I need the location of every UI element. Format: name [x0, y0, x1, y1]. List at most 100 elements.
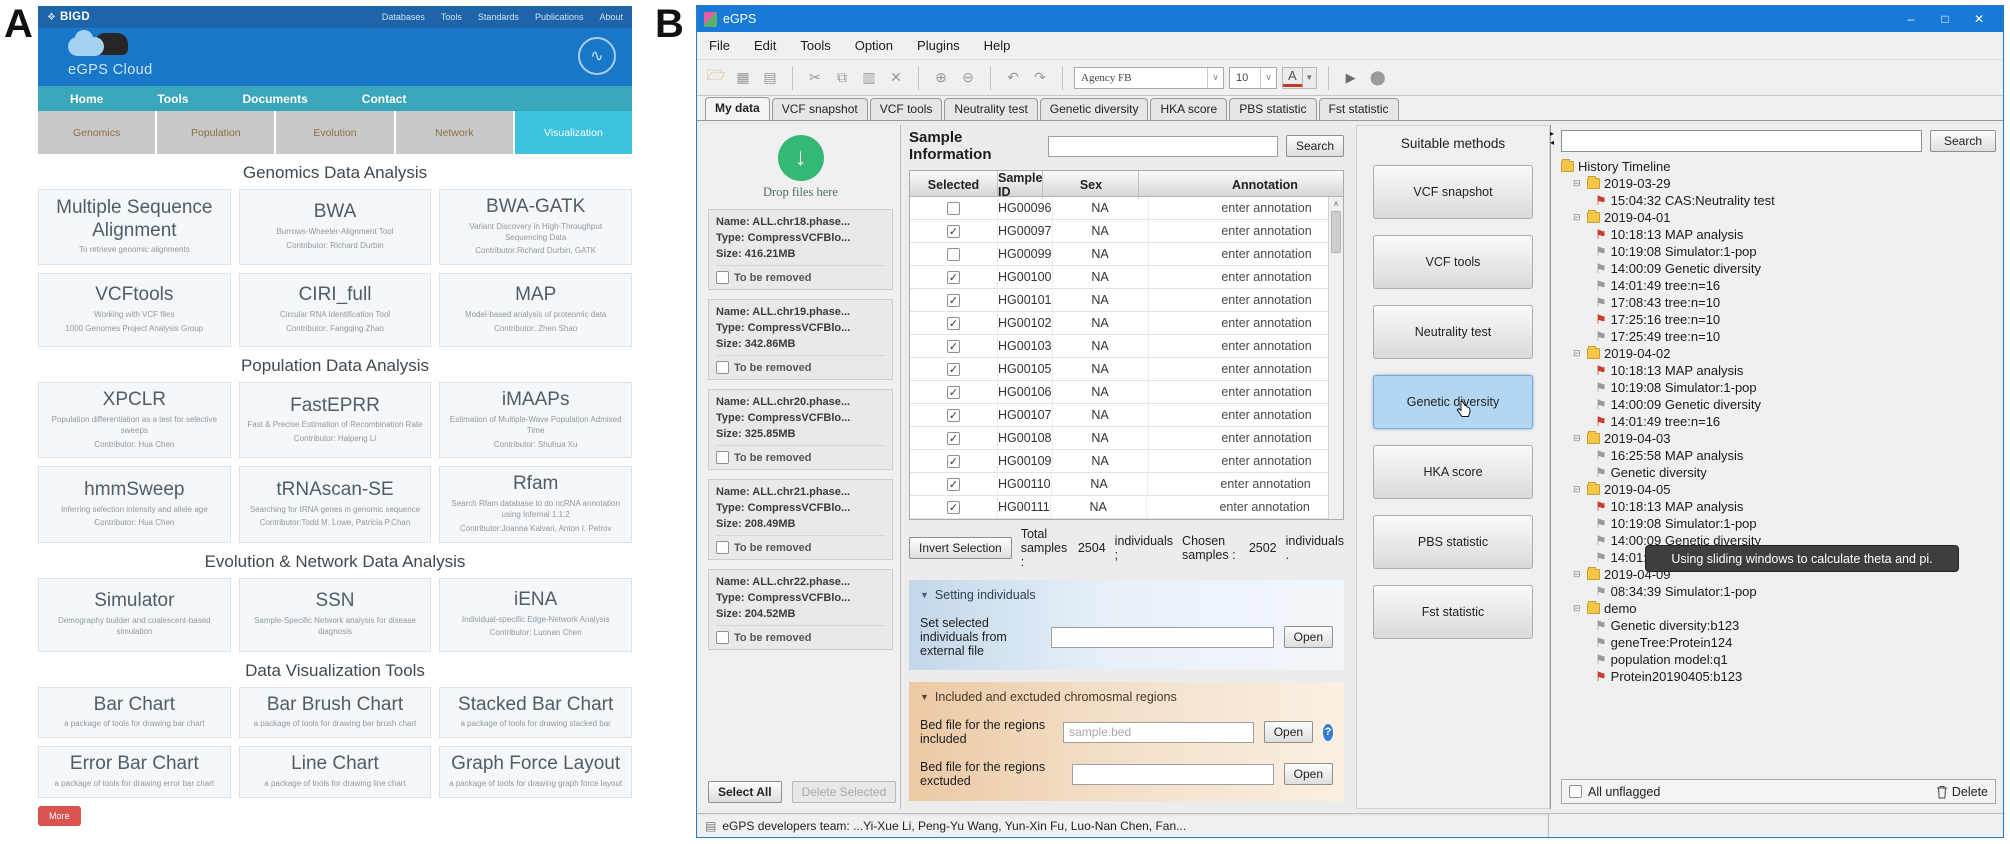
select-all-button[interactable]: Select All — [708, 781, 782, 803]
close-button[interactable]: ✕ — [1962, 6, 1996, 32]
table-row[interactable]: HG00099NAenter annotation — [910, 243, 1328, 266]
tab-genetic-diversity[interactable]: Genetic diversity — [1040, 98, 1149, 120]
category-tab-network[interactable]: Network — [396, 111, 513, 154]
column-header-selected[interactable]: Selected — [910, 171, 998, 199]
bigd-brand[interactable]: ❖ BIGD — [47, 11, 90, 23]
menu-file[interactable]: File — [709, 38, 730, 53]
tree-root[interactable]: History Timeline — [1561, 158, 1996, 175]
tool-card-rfam[interactable]: RfamSearch Rfam database to do ncRNA ann… — [439, 466, 632, 542]
category-tab-visualization[interactable]: Visualization — [515, 111, 632, 154]
file-card[interactable]: Name: ALL.chr19.phase...Type: CompressVC… — [708, 299, 893, 380]
method-button-vcf-snapshot[interactable]: VCF snapshot — [1373, 165, 1533, 219]
tool-card-map[interactable]: MAPModel-based analysis of proteomic dat… — [439, 273, 632, 347]
tool-card-fasteprr[interactable]: FastEPRRFast & Precise Estimation of Rec… — [239, 382, 432, 458]
scroll-up-icon[interactable]: ∧ — [1329, 197, 1343, 208]
chromosomal-regions-header[interactable]: ▼ Included and exctuded chromosmal regio… — [920, 690, 1333, 704]
annotation-cell[interactable]: enter annotation — [1149, 289, 1386, 311]
nav-item-contact[interactable]: Contact — [362, 92, 407, 106]
stop-icon[interactable]: ⬤ — [1367, 67, 1389, 89]
more-button[interactable]: More — [38, 806, 81, 826]
row-checkbox[interactable] — [947, 409, 960, 422]
topbar-link-tools[interactable]: Tools — [441, 12, 462, 22]
tree-item[interactable]: ⚑Protein20190405:b123 — [1561, 668, 1996, 685]
row-checkbox[interactable] — [947, 248, 960, 261]
tree-item[interactable]: ⚑10:19:08 Simulator:1-pop — [1561, 515, 1996, 532]
bed-included-input[interactable] — [1063, 722, 1254, 743]
nav-item-documents[interactable]: Documents — [242, 92, 307, 106]
tab-vcf-snapshot[interactable]: VCF snapshot — [772, 98, 868, 120]
delete-icon[interactable]: ✕ — [885, 67, 907, 89]
table-row[interactable]: HG00110NAenter annotation — [910, 473, 1328, 496]
undo-icon[interactable]: ↶ — [1002, 67, 1024, 89]
tab-neutrality-test[interactable]: Neutrality test — [944, 98, 1037, 120]
tree-item[interactable]: ⚑17:08:43 tree:n=10 — [1561, 294, 1996, 311]
method-button-vcf-tools[interactable]: VCF tools — [1373, 235, 1533, 289]
nav-item-tools[interactable]: Tools — [157, 92, 188, 106]
run-icon[interactable]: ▶ — [1340, 67, 1362, 89]
sample-search-button[interactable]: Search — [1286, 135, 1344, 157]
expander-icon[interactable]: ⊟ — [1573, 212, 1583, 223]
tool-card-bar-chart[interactable]: Bar Charta package of tools for drawing … — [38, 687, 231, 739]
tool-card-simulator[interactable]: SimulatorDemography builder and coalesce… — [38, 578, 231, 652]
annotation-cell[interactable]: enter annotation — [1148, 473, 1385, 495]
topbar-link-publications[interactable]: Publications — [535, 12, 584, 22]
bed-excluded-open-button[interactable]: Open — [1284, 763, 1333, 785]
tab-vcf-tools[interactable]: VCF tools — [870, 98, 943, 120]
tree-group-2019-04-02[interactable]: ⊟2019-04-02 — [1561, 345, 1996, 362]
tool-card-graph-force-layout[interactable]: Graph Force Layouta package of tools for… — [439, 746, 632, 798]
table-scrollbar[interactable]: ∧ — [1328, 197, 1343, 519]
font-family-select[interactable]: Agency FB ∨ — [1074, 67, 1224, 89]
method-button-fst-statistic[interactable]: Fst statistic — [1373, 585, 1533, 639]
tab-fst-statistic[interactable]: Fst statistic — [1319, 98, 1399, 120]
annotation-cell[interactable]: enter annotation — [1149, 335, 1386, 357]
category-tab-genomics[interactable]: Genomics — [38, 111, 155, 154]
tool-card-vcftools[interactable]: VCFtoolsWorking with VCF files1000 Genom… — [38, 273, 231, 347]
splitter-collapse-icons[interactable]: ▸◂ — [1550, 129, 1554, 147]
external-file-open-button[interactable]: Open — [1284, 626, 1333, 648]
table-row[interactable]: HG00102NAenter annotation — [910, 312, 1328, 335]
egps-cloud-logo[interactable]: eGPS Cloud — [68, 31, 153, 78]
row-checkbox[interactable] — [947, 340, 960, 353]
print-icon[interactable]: ▤ — [759, 67, 781, 89]
annotation-cell[interactable]: enter annotation — [1149, 358, 1386, 380]
tree-item[interactable]: ⚑10:19:08 Simulator:1-pop — [1561, 379, 1996, 396]
annotation-cell[interactable]: enter annotation — [1149, 220, 1386, 242]
file-dropzone[interactable]: ↓ Drop files here — [708, 133, 893, 200]
scrollbar-thumb[interactable] — [1331, 211, 1341, 253]
minimize-button[interactable]: – — [1894, 6, 1928, 32]
column-header-sex[interactable]: Sex — [1043, 171, 1139, 199]
table-row[interactable]: HG00108NAenter annotation — [910, 427, 1328, 450]
tool-card-xpclr[interactable]: XPCLRPopulation differentiation as a tes… — [38, 382, 231, 458]
zoom-out-icon[interactable]: ⊖ — [957, 67, 979, 89]
row-checkbox[interactable] — [947, 202, 960, 215]
tool-card-imaaps[interactable]: iMAAPsEstimation of Multiple-Wave Popula… — [439, 382, 632, 458]
tree-item[interactable]: ⚑10:19:08 Simulator:1-pop — [1561, 243, 1996, 260]
menu-option[interactable]: Option — [855, 38, 893, 53]
method-button-pbs-statistic[interactable]: PBS statistic — [1373, 515, 1533, 569]
row-checkbox[interactable] — [947, 363, 960, 376]
tree-item[interactable]: ⚑14:01:49 tree:n=16 — [1561, 413, 1996, 430]
tree-item[interactable]: ⚑10:18:13 MAP analysis — [1561, 362, 1996, 379]
tree-group-2019-03-29[interactable]: ⊟2019-03-29 — [1561, 175, 1996, 192]
file-card[interactable]: Name: ALL.chr20.phase...Type: CompressVC… — [708, 389, 893, 470]
to-be-removed-checkbox[interactable] — [716, 451, 729, 464]
table-row[interactable]: HG00103NAenter annotation — [910, 335, 1328, 358]
tool-card-ssn[interactable]: SSNSample-Specific Network analysis for … — [239, 578, 432, 652]
setting-individuals-header[interactable]: ▼ Setting individuals — [920, 588, 1333, 602]
tool-card-stacked-bar-chart[interactable]: Stacked Bar Charta package of tools for … — [439, 687, 632, 739]
tab-pbs-statistic[interactable]: PBS statistic — [1229, 98, 1316, 120]
help-icon[interactable]: ? — [1323, 724, 1333, 741]
row-checkbox[interactable] — [947, 294, 960, 307]
tool-card-line-chart[interactable]: Line Charta package of tools for drawing… — [239, 746, 432, 798]
expander-icon[interactable]: ⊟ — [1573, 348, 1583, 359]
row-checkbox[interactable] — [947, 386, 960, 399]
zoom-in-icon[interactable]: ⊕ — [930, 67, 952, 89]
row-checkbox[interactable] — [947, 271, 960, 284]
tree-group-2019-04-05[interactable]: ⊟2019-04-05 — [1561, 481, 1996, 498]
tool-card-bwa-gatk[interactable]: BWA-GATKVariant Discovery in High-Throug… — [439, 189, 632, 265]
row-checkbox[interactable] — [947, 478, 960, 491]
annotation-cell[interactable]: enter annotation — [1149, 312, 1386, 334]
cut-icon[interactable]: ✂ — [804, 67, 826, 89]
menu-tools[interactable]: Tools — [800, 38, 830, 53]
expander-icon[interactable]: ⊟ — [1573, 603, 1583, 614]
